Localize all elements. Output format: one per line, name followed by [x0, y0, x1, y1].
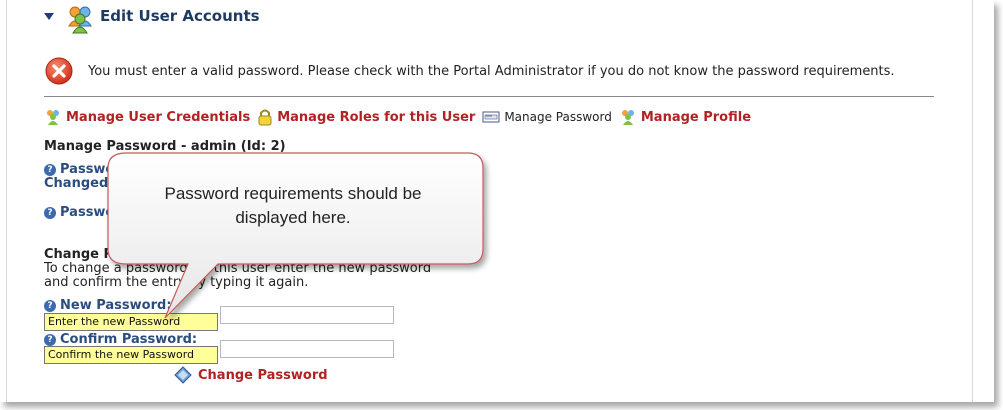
help-icon[interactable]: ? — [44, 206, 56, 219]
help-icon[interactable]: ? — [44, 299, 56, 312]
manage-password-label: Manage Password — [504, 110, 612, 124]
help-icon[interactable]: ? — [44, 163, 56, 176]
collapse-toggle-icon[interactable] — [44, 12, 54, 20]
new-password-text: New Password: — [60, 298, 172, 313]
module-header: Edit User Accounts — [44, 6, 260, 40]
change-password-button[interactable]: Change Password — [174, 366, 328, 384]
callout-text: Password requirements should be displaye… — [164, 184, 422, 227]
change-password-description: To change a password for this user enter… — [44, 261, 432, 290]
manage-password-title: Manage Password - admin (Id: 2) — [44, 139, 286, 154]
validation-error: You must enter a valid password. Please … — [44, 55, 895, 87]
confirm-password-input[interactable] — [220, 340, 394, 358]
help-icon[interactable]: ? — [44, 333, 56, 346]
lock-icon — [258, 109, 272, 126]
confirm-password-label: ? Confirm Password: — [44, 332, 197, 347]
manage-profile-link[interactable]: Manage Profile — [619, 108, 751, 126]
users-icon — [47, 110, 59, 125]
manage-roles-link[interactable]: Manage Roles for this User — [257, 108, 475, 126]
svg-text:***: *** — [486, 115, 492, 120]
divider — [44, 96, 934, 97]
users-icon — [621, 110, 634, 125]
error-message: You must enter a valid password. Please … — [88, 63, 895, 79]
confirm-password-tooltip: Confirm the new Password — [44, 346, 218, 364]
change-password-label: Change Password — [198, 367, 328, 383]
module-title: Edit User Accounts — [100, 7, 260, 25]
manage-user-credentials-label: Manage User Credentials — [66, 109, 251, 125]
users-icon — [68, 6, 92, 34]
manage-password-link[interactable]: *** Manage Password — [482, 110, 612, 124]
password-icon: *** — [482, 111, 500, 123]
manage-profile-label: Manage Profile — [640, 109, 752, 125]
change-password-title: Change Password — [44, 247, 174, 262]
new-password-input[interactable] — [220, 306, 394, 324]
error-icon — [45, 57, 73, 85]
manage-user-credentials-link[interactable]: Manage User Credentials — [44, 108, 250, 126]
diamond-icon — [174, 366, 192, 384]
new-password-tooltip: Enter the new Password — [44, 313, 218, 331]
new-password-label: ? New Password: — [44, 298, 172, 313]
confirm-password-text: Confirm Password: — [60, 332, 198, 347]
action-bar: Manage User Credentials Manage Roles for… — [44, 105, 758, 129]
manage-roles-label: Manage Roles for this User — [277, 109, 476, 125]
